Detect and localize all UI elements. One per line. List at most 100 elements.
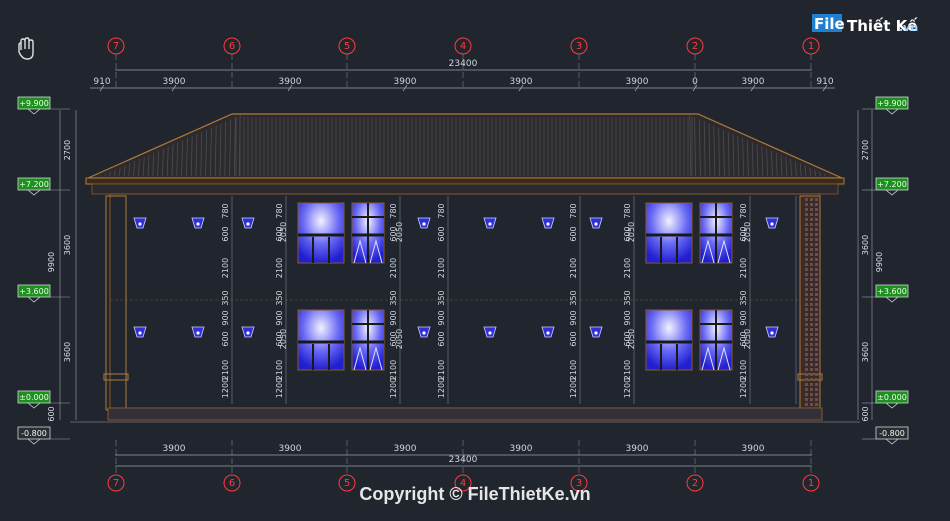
- bottom-total-dimension: 23400: [449, 455, 478, 465]
- stone-dot: [810, 273, 813, 276]
- stone-dot: [815, 383, 818, 386]
- stone-dot: [805, 363, 808, 366]
- stone-dot: [815, 398, 818, 401]
- top-dim-4: 3900: [510, 77, 533, 87]
- stone-dot: [815, 198, 818, 201]
- stone-dot: [815, 333, 818, 336]
- wall-lamp-icon: [241, 217, 255, 229]
- level-marker-left-3: ±0.000: [17, 390, 70, 409]
- level-label-right-1: +7.200: [877, 180, 907, 189]
- stone-dot: [810, 308, 813, 311]
- stone-dot: [810, 263, 813, 266]
- window-dim-1-0: 780: [275, 203, 284, 218]
- stone-dot: [815, 298, 818, 301]
- stone-dot: [815, 218, 818, 221]
- bottom-dim-1: 3900: [279, 444, 302, 454]
- right-dim-upper: 3600: [861, 235, 870, 255]
- stone-dot: [815, 368, 818, 371]
- window-dim-4-3: 350: [569, 290, 578, 305]
- stone-dot: [805, 243, 808, 246]
- stone-dot: [810, 388, 813, 391]
- stone-dot: [815, 393, 818, 396]
- stone-dot: [810, 268, 813, 271]
- stone-dot: [805, 233, 808, 236]
- stone-dot: [815, 223, 818, 226]
- stone-dot: [805, 268, 808, 271]
- window-dim-6-0: 780: [739, 203, 748, 218]
- wall-lamp-icon: [191, 326, 205, 338]
- stone-dot: [805, 258, 808, 261]
- right-dim-lower: 3600: [861, 342, 870, 362]
- wall-lamp-icon: [765, 217, 779, 229]
- window-dim-0-6: 2100: [221, 360, 230, 380]
- window-dim-3-4: 900: [437, 310, 446, 325]
- window-small-0: [351, 202, 385, 264]
- window-height-dim-6: 2050: [743, 222, 752, 242]
- stone-dot: [810, 283, 813, 286]
- level-marker-left-2: +3.600: [17, 284, 70, 303]
- window-height-dim-0: 2050: [279, 222, 288, 242]
- level-marker-right-1: +7.200: [862, 177, 909, 196]
- logo-text-tld: .vn: [899, 21, 918, 34]
- stone-dot: [805, 343, 808, 346]
- axis-label-top-2: 2: [692, 41, 698, 52]
- window-dim-5-6: 2100: [623, 360, 632, 380]
- window-dim-6-3: 350: [739, 290, 748, 305]
- stone-dot: [805, 208, 808, 211]
- axis-label-top-3: 3: [576, 41, 582, 52]
- stone-dot: [815, 308, 818, 311]
- level-marker-left-0: +9.900: [17, 96, 70, 115]
- window-dim-0-4: 900: [221, 310, 230, 325]
- pan-hand-icon[interactable]: [18, 37, 34, 60]
- stone-dot: [805, 283, 808, 286]
- stone-dot: [815, 363, 818, 366]
- stone-dot: [810, 378, 813, 381]
- plinth: [107, 407, 823, 421]
- window-small-2: [699, 202, 733, 264]
- window-height-dim-4: 2050: [627, 222, 636, 242]
- bottom-dim-0: 3900: [163, 444, 186, 454]
- stone-dot: [815, 388, 818, 391]
- window-dim-4-4: 900: [569, 310, 578, 325]
- stone-dot: [805, 348, 808, 351]
- top-total-dimension: 23400: [449, 59, 478, 69]
- window-dim-sill-6: 1200: [739, 378, 748, 398]
- stone-dot: [815, 283, 818, 286]
- window-dim-1-4: 900: [275, 310, 284, 325]
- window-dim-6-2: 2100: [739, 258, 748, 278]
- stone-dot: [805, 278, 808, 281]
- stone-dot: [810, 288, 813, 291]
- level-marker-right-2: +3.600: [862, 284, 909, 303]
- stone-dot: [810, 368, 813, 371]
- left-dim-plinth: 600: [47, 406, 56, 421]
- stone-dot: [805, 293, 808, 296]
- window-large-2: [645, 202, 693, 264]
- stone-dot: [810, 208, 813, 211]
- stone-dot: [805, 238, 808, 241]
- left-column: [105, 195, 127, 411]
- stone-dot: [810, 238, 813, 241]
- stone-dot: [805, 203, 808, 206]
- stone-dot: [805, 223, 808, 226]
- stone-dot: [805, 218, 808, 221]
- window-dim-sill-5: 1200: [623, 378, 632, 398]
- window-small-3: [699, 309, 733, 371]
- window-dim-4-5: 600: [569, 331, 578, 346]
- wall-lamp-icon: [133, 326, 147, 338]
- stone-dot: [815, 318, 818, 321]
- window-dim-0-1: 600: [221, 226, 230, 241]
- stone-dot: [810, 203, 813, 206]
- cad-drawing: File Thiết Kế .vn 7654321 7654321 23400 …: [17, 14, 918, 504]
- stone-dot: [815, 258, 818, 261]
- top-dim-5: 3900: [626, 77, 649, 87]
- bottom-dimension-labels: 3900 3900 3900 3900 3900 3900: [163, 444, 765, 454]
- stone-dot: [810, 318, 813, 321]
- top-dim-8: 910: [816, 77, 833, 87]
- stone-dot: [815, 373, 818, 376]
- stone-dot: [810, 198, 813, 201]
- left-dim-roof: 2700: [63, 140, 72, 160]
- wall-lamp-icon: [541, 326, 555, 338]
- window-dim-4-1: 600: [569, 226, 578, 241]
- stone-dot: [815, 253, 818, 256]
- window-large-1: [297, 309, 345, 371]
